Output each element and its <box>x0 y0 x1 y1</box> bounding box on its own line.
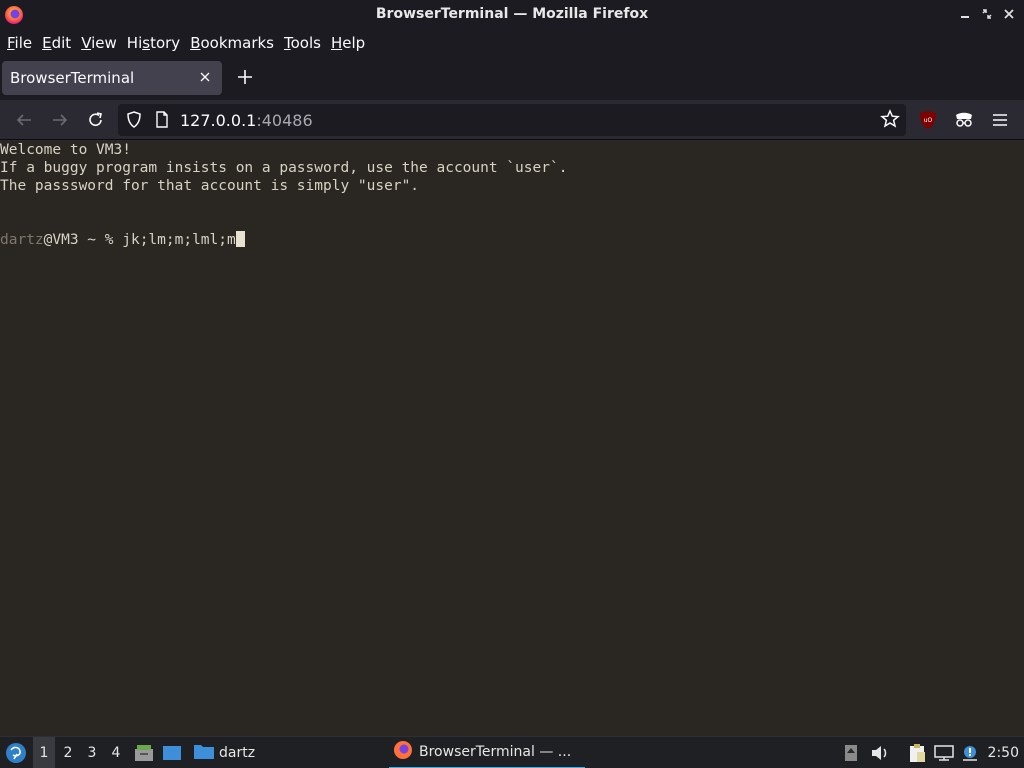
terminal-line: If a buggy program insists on a password… <box>0 160 568 176</box>
private-mask-icon[interactable] <box>952 108 976 132</box>
desktop-show-icon[interactable] <box>161 737 183 768</box>
tracking-shield-icon[interactable] <box>126 111 142 133</box>
tray-upload-icon[interactable] <box>843 737 859 768</box>
menu-view[interactable]: View <box>77 34 123 52</box>
svg-text:uO: uO <box>924 117 933 124</box>
start-menu-icon[interactable] <box>4 737 28 768</box>
terminal-prompt-line[interactable]: dartz@VM3 ~ % jk;lm;m;lml;m <box>0 231 245 249</box>
terminal-cursor <box>235 231 245 247</box>
menu-tools[interactable]: Tools <box>280 34 327 52</box>
reload-icon[interactable] <box>84 108 108 132</box>
window-title: BrowserTerminal — Mozilla Firefox <box>375 6 649 22</box>
menu-bookmarks[interactable]: Bookmarks <box>186 34 280 52</box>
taskbar-window-label: BrowserTerminal — ... <box>419 744 572 760</box>
menu-edit[interactable]: Edit <box>38 34 77 52</box>
page-info-icon[interactable] <box>155 111 169 133</box>
menu-history[interactable]: History <box>123 34 186 52</box>
tab-title: BrowserTerminal <box>10 69 135 87</box>
volume-icon[interactable] <box>870 737 890 768</box>
tab-browserterminal[interactable]: BrowserTerminal <box>2 61 222 95</box>
minimize-icon[interactable] <box>956 5 974 23</box>
back-arrow-icon[interactable] <box>12 108 36 132</box>
terminal-input: jk;lm;m;lml;m <box>122 232 236 248</box>
tab-close-icon[interactable] <box>196 67 214 87</box>
hamburger-menu-icon[interactable] <box>988 108 1012 132</box>
menubar: File Edit View History Bookmarks Tools H… <box>0 30 1024 56</box>
taskbar-window-browserterminal[interactable]: BrowserTerminal — ... <box>389 737 585 768</box>
folder-icon <box>193 742 215 764</box>
prompt-host: @VM3 ~ % <box>43 232 123 248</box>
url-text: 127.0.0.1:40486 <box>180 111 313 130</box>
close-icon[interactable] <box>1000 5 1018 23</box>
url-bar[interactable]: 127.0.0.1:40486 <box>118 104 906 136</box>
workspace-1[interactable]: 1 <box>33 737 55 768</box>
workspace-2[interactable]: 2 <box>57 737 79 768</box>
workspace-3[interactable]: 3 <box>81 737 103 768</box>
taskbar: 1 2 3 4 dartz BrowserTerminal — ... 2:50 <box>0 736 1024 768</box>
files-launcher-icon[interactable] <box>133 737 155 768</box>
taskbar-clock[interactable]: 2:50 <box>988 737 1019 768</box>
forward-arrow-icon[interactable] <box>48 108 72 132</box>
notification-info-icon[interactable] <box>960 737 980 768</box>
ublock-origin-icon[interactable]: uO <box>916 108 940 132</box>
clipboard-icon[interactable] <box>906 737 928 768</box>
prompt-username: dartz <box>0 232 44 248</box>
workspace-4[interactable]: 4 <box>105 737 127 768</box>
tab-strip: BrowserTerminal <box>0 56 1024 100</box>
bookmark-star-icon[interactable] <box>880 109 900 133</box>
folder-dartz-launcher[interactable]: dartz <box>193 737 257 768</box>
terminal-line: The passsword for that account is simply… <box>0 178 420 194</box>
terminal-line: Welcome to VM3! <box>0 142 131 158</box>
terminal-area[interactable]: Welcome to VM3! If a buggy program insis… <box>0 141 1024 736</box>
new-tab-plus-icon[interactable] <box>234 66 256 88</box>
menu-file[interactable]: File <box>3 34 38 52</box>
restore-icon[interactable] <box>978 5 996 23</box>
folder-label: dartz <box>219 745 256 761</box>
menu-help[interactable]: Help <box>327 34 371 52</box>
navigation-toolbar: 127.0.0.1:40486 uO <box>0 100 1024 140</box>
firefox-taskbar-icon <box>393 740 413 764</box>
network-wired-icon[interactable] <box>933 737 955 768</box>
window-titlebar[interactable]: BrowserTerminal — Mozilla Firefox <box>0 0 1024 30</box>
